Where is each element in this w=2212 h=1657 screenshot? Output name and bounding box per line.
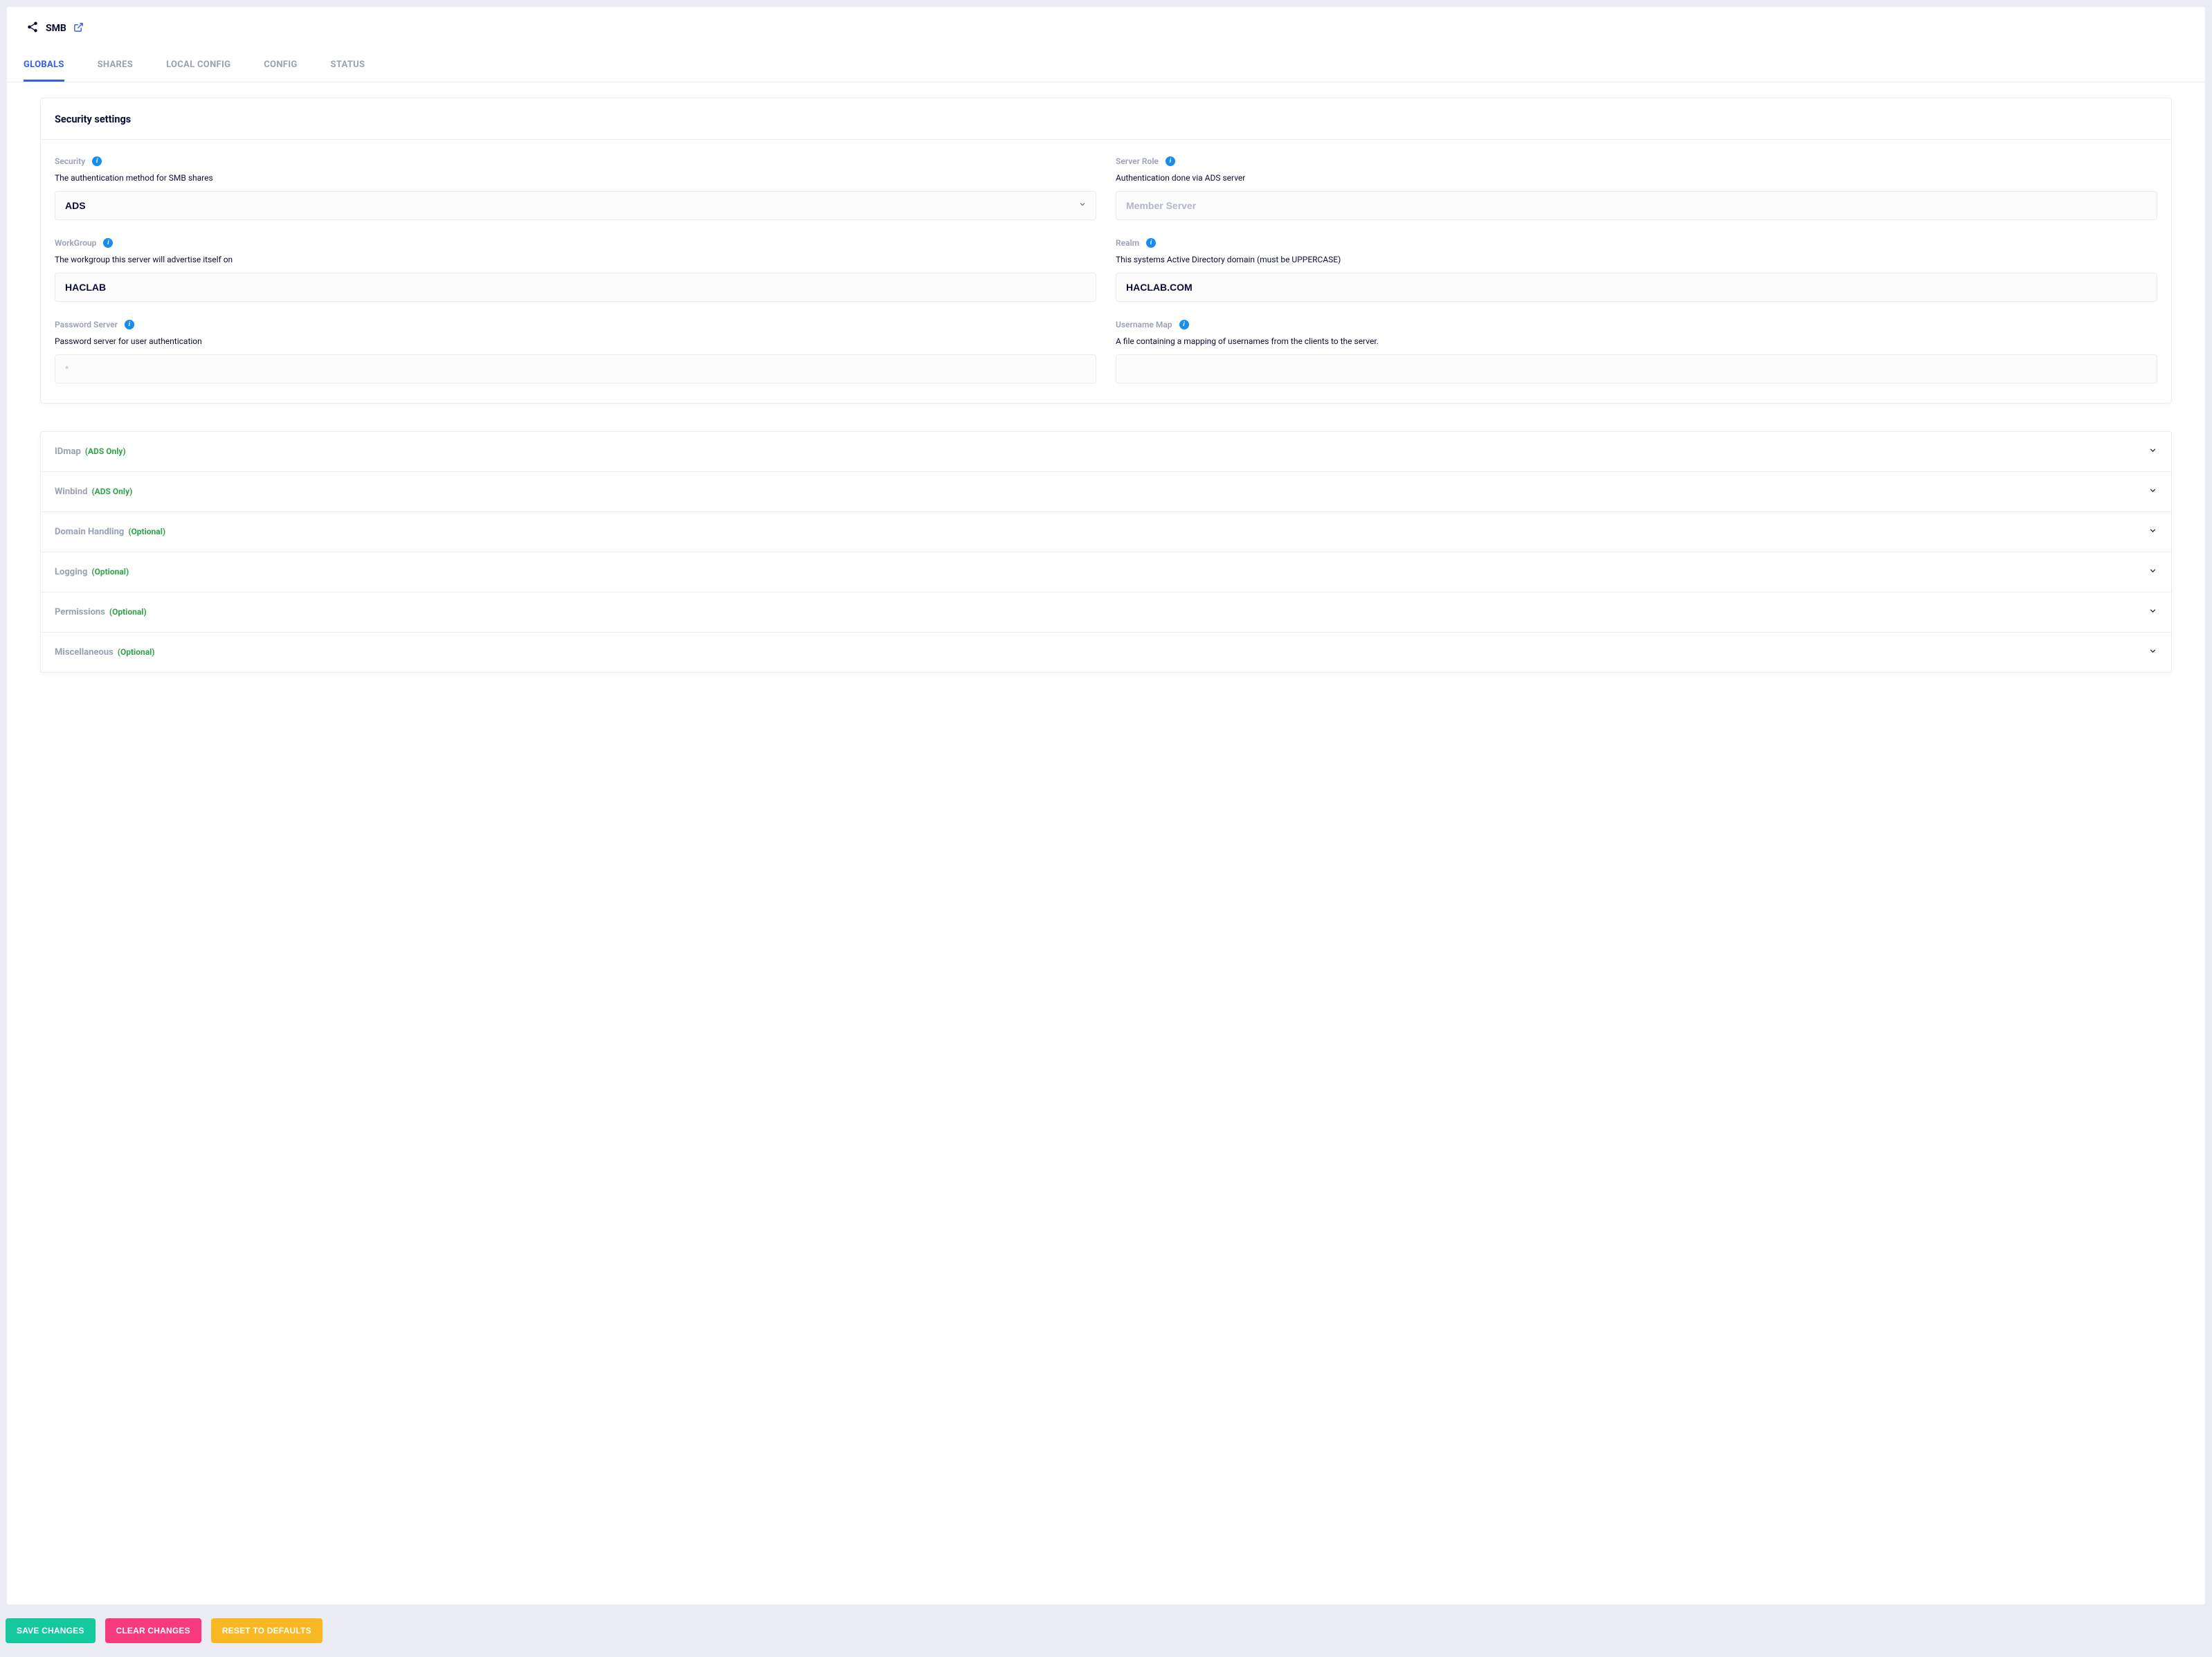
field-label: Password Server — [55, 320, 118, 329]
chevron-down-icon — [2148, 566, 2157, 578]
info-icon[interactable]: i — [125, 320, 134, 329]
accordion-panel: IDmap (ADS Only) Winbind (ADS Only) Doma… — [40, 431, 2172, 673]
accordion-tag: (Optional) — [109, 607, 147, 617]
server-role-input[interactable] — [1116, 191, 2157, 220]
chevron-down-icon — [2148, 486, 2157, 498]
accordion-item-domain-handling[interactable]: Domain Handling (Optional) — [41, 511, 2171, 552]
footer-actions: SAVE CHANGES CLEAR CHANGES RESET TO DEFA… — [0, 1604, 2212, 1657]
tab-config[interactable]: CONFIG — [264, 60, 297, 82]
chevron-down-icon — [2148, 526, 2157, 538]
accordion-title: Miscellaneous — [55, 647, 114, 658]
tab-bar: GLOBALS SHARES LOCAL CONFIG CONFIG STATU… — [7, 60, 2205, 82]
accordion-tag: (Optional) — [118, 647, 155, 657]
card-title: Security settings — [41, 98, 2171, 140]
accordion-item-permissions[interactable]: Permissions (Optional) — [41, 592, 2171, 632]
field-password-server: Password Server i Password server for us… — [55, 320, 1096, 383]
field-label: Security — [55, 156, 85, 166]
tab-local-config[interactable]: LOCAL CONFIG — [166, 60, 230, 82]
page-container: SMB GLOBALS SHARES LOCAL CONFIG CONFIG S… — [7, 7, 2205, 1604]
field-help: This systems Active Directory domain (mu… — [1116, 255, 2157, 264]
chevron-down-icon — [2148, 646, 2157, 658]
share-icon — [26, 21, 39, 36]
username-map-input[interactable] — [1116, 354, 2157, 383]
field-server-role: Server Role i Authentication done via AD… — [1116, 156, 2157, 220]
accordion-title: IDmap — [55, 446, 81, 457]
field-label: WorkGroup — [55, 238, 96, 248]
field-username-map: Username Map i A file containing a mappi… — [1116, 320, 2157, 383]
accordion-title: Permissions — [55, 607, 105, 617]
accordion-item-misc[interactable]: Miscellaneous (Optional) — [41, 632, 2171, 672]
field-label: Server Role — [1116, 156, 1159, 166]
field-help: The authentication method for SMB shares — [55, 173, 1096, 183]
security-settings-card: Security settings Security i The authent… — [40, 98, 2172, 404]
page-title: SMB — [46, 23, 66, 34]
accordion-tag: (ADS Only) — [85, 446, 126, 456]
accordion-item-winbind[interactable]: Winbind (ADS Only) — [41, 471, 2171, 511]
page-header: SMB — [7, 7, 2205, 46]
field-workgroup: WorkGroup i The workgroup this server wi… — [55, 238, 1096, 302]
info-icon[interactable]: i — [1166, 156, 1175, 166]
tab-status[interactable]: STATUS — [331, 60, 365, 82]
clear-button[interactable]: CLEAR CHANGES — [105, 1618, 201, 1643]
field-security: Security i The authentication method for… — [55, 156, 1096, 220]
field-label: Username Map — [1116, 320, 1172, 329]
accordion-tag: (ADS Only) — [91, 487, 132, 496]
workgroup-input[interactable] — [55, 273, 1096, 302]
chevron-down-icon — [2148, 606, 2157, 618]
save-button[interactable]: SAVE CHANGES — [6, 1618, 96, 1643]
info-icon[interactable]: i — [1146, 238, 1156, 248]
info-icon[interactable]: i — [92, 156, 102, 166]
field-help: Authentication done via ADS server — [1116, 173, 2157, 183]
field-help: A file containing a mapping of usernames… — [1116, 336, 2157, 346]
accordion-tag: (Optional) — [91, 567, 129, 577]
tab-globals[interactable]: GLOBALS — [24, 60, 64, 82]
password-server-input[interactable] — [55, 354, 1096, 383]
accordion-title: Winbind — [55, 487, 87, 497]
info-icon[interactable]: i — [103, 238, 113, 248]
reset-button[interactable]: RESET TO DEFAULTS — [211, 1618, 323, 1643]
field-help: The workgroup this server will advertise… — [55, 255, 1096, 264]
content-area: Security settings Security i The authent… — [7, 82, 2205, 700]
tab-shares[interactable]: SHARES — [98, 60, 133, 82]
accordion-item-logging[interactable]: Logging (Optional) — [41, 552, 2171, 592]
security-select[interactable]: ADS — [55, 191, 1096, 220]
chevron-down-icon — [2148, 446, 2157, 458]
accordion-item-idmap[interactable]: IDmap (ADS Only) — [41, 432, 2171, 471]
external-link-icon[interactable] — [73, 22, 84, 35]
field-realm: Realm i This systems Active Directory do… — [1116, 238, 2157, 302]
info-icon[interactable]: i — [1179, 320, 1189, 329]
field-label: Realm — [1116, 238, 1139, 248]
accordion-title: Domain Handling — [55, 527, 124, 537]
accordion-tag: (Optional) — [128, 527, 165, 536]
accordion-title: Logging — [55, 567, 87, 577]
field-help: Password server for user authentication — [55, 336, 1096, 346]
realm-input[interactable] — [1116, 273, 2157, 302]
